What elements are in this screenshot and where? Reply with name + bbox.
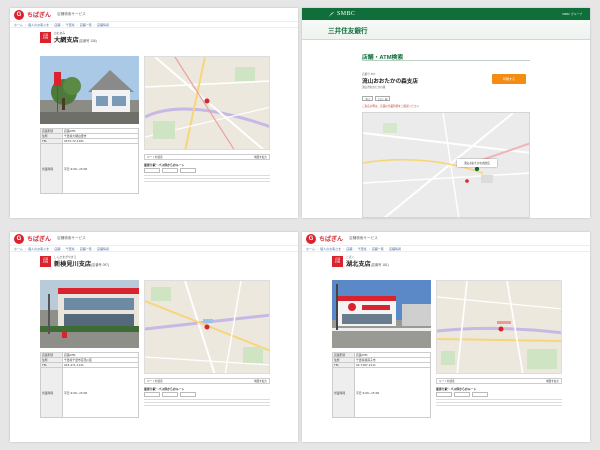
route-search: ルートを検索 地図を拡大 最寄り駅・バス停からのルート [436, 378, 562, 408]
breadcrumb: ホーム › 個人のお客さま › 店舗 › 千葉県 › 店舗一覧 › 店舗情報 [10, 245, 298, 252]
breadcrumb: ホーム › 個人のお客さま › 店舗 › 千葉県 › 店舗一覧 › 店舗情報 [10, 21, 298, 28]
breadcrumb-item[interactable]: 店舗一覧 [80, 23, 92, 27]
breadcrumb-item[interactable]: 店舗 [54, 247, 60, 251]
branch-info-table: 店舗形態 店舗ATM 住所 千葉県千葉市花見川区 TEL 043-271-1121 営… [40, 352, 139, 418]
branch-address: 流山市おおたかの森 [362, 86, 386, 89]
site-subtitle: 店舗検索サービス [349, 236, 378, 240]
branch-title: 新検見川支店(店番号 097) [54, 261, 110, 268]
route-select[interactable] [472, 392, 488, 397]
breadcrumb-item[interactable]: 千葉県 [66, 23, 75, 27]
smbc-logo-icon [328, 11, 335, 17]
screenshot-chiba-kohoku: G ちばぎん 店舗検索サービス ホーム › 個人のお客さま › 店舗 › 千葉県 › 店… [302, 232, 590, 442]
breadcrumb-item[interactable]: 店舗一覧 [372, 247, 384, 251]
breadcrumb: ホーム › 個人のお客さま › 店舗 › 千葉県 › 店舗一覧 › 店舗情報 [302, 245, 590, 252]
branch-photo [40, 280, 139, 348]
route-search: ルートを検索 地図を拡大 最寄り駅・バス停からのルート [144, 154, 270, 184]
breadcrumb-item[interactable]: ホーム [14, 247, 23, 251]
store-type-badge: 店舗 ATM [332, 256, 343, 267]
breadcrumb-item[interactable]: 千葉県 [66, 247, 75, 251]
site-header: G ちばぎん 店舗検索サービス [10, 232, 298, 245]
breadcrumb-item[interactable]: 店舗 [346, 247, 352, 251]
breadcrumb-item: 店舗情報 [97, 246, 110, 251]
route-search-bar[interactable]: ルートを検索 地図を拡大 [436, 378, 562, 384]
bank-logo-text[interactable]: ちばぎん [27, 10, 51, 19]
branch-map[interactable] [144, 280, 270, 374]
screenshot-chiba-oami: G ちばぎん 店舗検索サービス ホーム › 個人のお客さま › 店舗 › 千葉県 › 店… [10, 8, 298, 218]
map-callout: 流山おおたかの森支店 [457, 159, 497, 167]
route-select[interactable] [454, 392, 470, 397]
route-heading: 最寄り駅・バス停からのルート [144, 163, 185, 167]
store-type-badge: 店舗 ATM [40, 256, 51, 267]
tag: 平日 [362, 96, 373, 101]
site-header: SMBC SMBC グループ [302, 8, 590, 20]
breadcrumb-item: 店舗情報 [389, 246, 402, 251]
route-search: ルートを検索 地図を拡大 最寄り駅・バス停からのルート [144, 378, 270, 408]
branch-photo [332, 280, 431, 348]
bank-logo-text[interactable]: ちばぎん [319, 234, 343, 243]
breadcrumb-item[interactable]: 店舗一覧 [80, 247, 92, 251]
store-type-badge: 店舗 ATM [40, 32, 51, 43]
breadcrumb-item[interactable]: 個人のお客さま [320, 247, 341, 251]
site-subtitle: 店舗検索サービス [57, 236, 86, 240]
breadcrumb-item[interactable]: ホーム [14, 23, 23, 27]
print-button[interactable]: 印刷する [492, 74, 526, 84]
breadcrumb-item[interactable]: ホーム [306, 247, 315, 251]
branch-info-table: 店舗形態 店舗ATM 住所 千葉県我孫子市 TEL 04-7187-2111 営業時間… [332, 352, 431, 418]
route-select[interactable] [162, 392, 178, 397]
branch-map[interactable] [436, 280, 562, 374]
site-header: G ちばぎん 店舗検索サービス [302, 232, 590, 245]
route-select[interactable] [180, 392, 196, 397]
route-heading: 最寄り駅・バス停からのルート [436, 387, 477, 391]
bank-logo-icon[interactable]: G [306, 233, 316, 244]
bank-logo-icon[interactable]: G [14, 9, 24, 20]
route-select[interactable] [162, 168, 178, 173]
route-select[interactable] [436, 392, 452, 397]
breadcrumb-item[interactable]: 個人のお客さま [28, 247, 49, 251]
route-select[interactable] [144, 168, 160, 173]
branch-title: 大網支店(店番号 136) [54, 37, 97, 44]
branch-title: 流山おおたかの森支店 [362, 79, 418, 85]
bank-banner: 三井住友銀行 [302, 20, 590, 40]
tag: 土日・祝 [374, 96, 391, 101]
branch-photo [40, 56, 139, 124]
branch-map[interactable] [144, 56, 270, 150]
bank-name[interactable]: 三井住友銀行 [328, 25, 368, 35]
route-search-bar[interactable]: ルートを検索 地図を拡大 [144, 378, 270, 384]
route-select[interactable] [144, 392, 160, 397]
branch-code: 店番号 307 [362, 73, 376, 76]
breadcrumb-item[interactable]: 個人のお客さま [28, 23, 49, 27]
notice-link[interactable]: ご来店の際は、店舗の営業時間をご確認ください [362, 104, 419, 108]
route-select[interactable] [180, 168, 196, 173]
breadcrumb-item[interactable]: 店舗 [54, 23, 60, 27]
bank-logo-icon[interactable]: G [14, 233, 24, 244]
service-tags: 平日 土日・祝 [362, 96, 391, 101]
site-header: G ちばぎん 店舗検索サービス [10, 8, 298, 21]
branch-title: 湖北支店(店番号 181) [346, 261, 389, 268]
breadcrumb-item: 店舗情報 [97, 22, 110, 27]
smbc-logo[interactable]: SMBC [328, 11, 355, 18]
header-link[interactable]: SMBC グループ [562, 12, 582, 16]
screenshot-chiba-shinkemigawa: G ちばぎん 店舗検索サービス ホーム › 個人のお客さま › 店舗 › 千葉県 › 店… [10, 232, 298, 442]
route-search-bar[interactable]: ルートを検索 地図を拡大 [144, 154, 270, 160]
route-heading: 最寄り駅・バス停からのルート [144, 387, 185, 391]
branch-info-table: 店舗形態 店舗ATM 住所 千葉県大網白里市 TEL 0475-72-1161 営業時… [40, 128, 139, 194]
breadcrumb-item[interactable]: 千葉県 [358, 247, 367, 251]
bank-logo-text[interactable]: ちばぎん [27, 234, 51, 243]
site-subtitle: 店舗検索サービス [57, 12, 86, 16]
branch-map[interactable]: 流山おおたかの森支店 [362, 112, 530, 218]
screenshot-smbc-nagareyama: SMBC SMBC グループ 三井住友銀行 店舗・ATM検索 店番号 307 流… [302, 8, 590, 218]
